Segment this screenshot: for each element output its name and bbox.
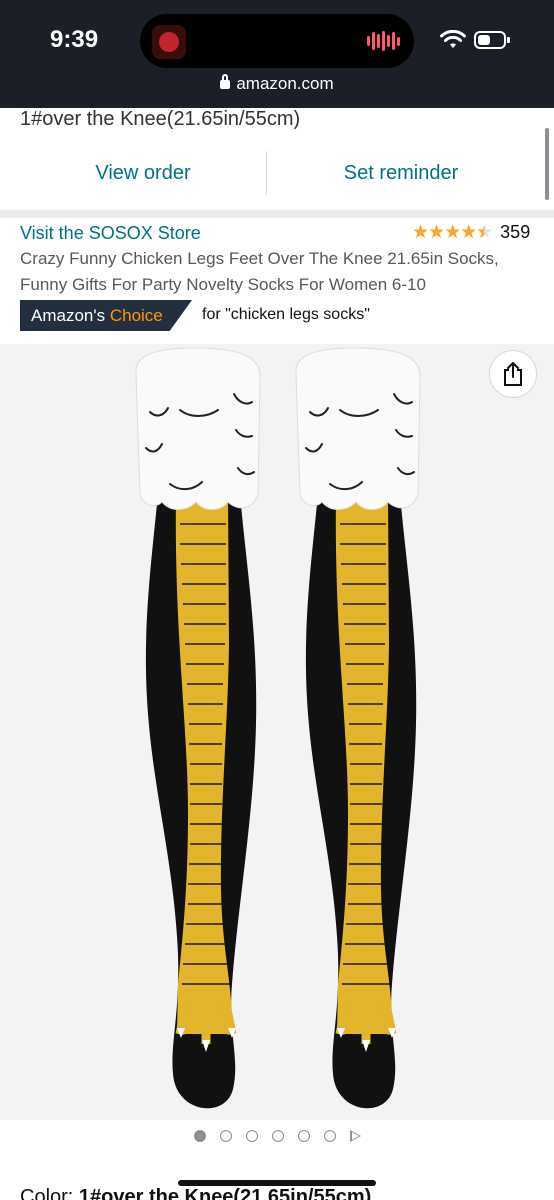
status-time: 9:39 xyxy=(50,26,99,53)
section-separator xyxy=(0,210,554,218)
order-variant-text: 1#over the Knee(21.65in/55cm) xyxy=(20,108,301,130)
now-playing-artwork xyxy=(152,25,186,59)
carousel-dot[interactable] xyxy=(271,1130,284,1142)
image-carousel-dots[interactable] xyxy=(0,1130,554,1142)
product-image-area[interactable] xyxy=(0,344,554,1120)
url-domain: amazon.com xyxy=(236,74,334,93)
scrollbar[interactable] xyxy=(545,128,549,200)
share-button[interactable] xyxy=(489,350,537,398)
carousel-dot[interactable] xyxy=(219,1130,232,1142)
lock-icon xyxy=(220,74,231,89)
wifi-icon xyxy=(440,30,466,48)
order-actions: View order Set reminder xyxy=(0,148,554,198)
star-rating: ★★★★★ ★★★★★ xyxy=(412,222,493,243)
share-icon xyxy=(504,362,522,386)
product-image-left-sock xyxy=(135,347,261,1109)
battery-icon xyxy=(474,31,510,49)
dynamic-island[interactable] xyxy=(140,14,414,68)
rating-summary[interactable]: ★★★★★ ★★★★★ 359 xyxy=(412,222,530,243)
product-title[interactable]: Crazy Funny Chicken Legs Feet Over The K… xyxy=(20,246,540,298)
carousel-dot[interactable] xyxy=(323,1130,336,1142)
status-bar: 9:39 amazon.com xyxy=(0,0,554,108)
set-reminder-button[interactable]: Set reminder xyxy=(274,148,528,198)
play-icon[interactable] xyxy=(349,1130,361,1142)
variant-label: Color: xyxy=(20,1186,74,1200)
view-order-button[interactable]: View order xyxy=(20,148,266,198)
carousel-dot[interactable] xyxy=(193,1130,206,1142)
carousel-dot[interactable] xyxy=(245,1130,258,1142)
carousel-dot[interactable] xyxy=(297,1130,310,1142)
url-bar[interactable]: amazon.com xyxy=(0,74,554,94)
star-rating-filled: ★★★★★ xyxy=(412,222,484,243)
badge-prefix: Amazon's xyxy=(31,306,106,325)
divider xyxy=(266,151,267,195)
variant-value: 1#over the Knee(21.65in/55cm) xyxy=(78,1186,372,1200)
home-indicator[interactable] xyxy=(178,1180,376,1186)
audio-wave-icon xyxy=(367,30,400,52)
badge-keyword: for "chicken legs socks" xyxy=(202,306,370,323)
badge-accent: Choice xyxy=(109,306,163,325)
variant-selection[interactable]: Color: 1#over the Knee(21.65in/55cm) xyxy=(20,1186,371,1200)
amazons-choice-badge: Amazon's Choice xyxy=(20,300,192,331)
product-image-right-sock xyxy=(295,347,421,1109)
store-link[interactable]: Visit the SOSOX Store xyxy=(20,223,201,244)
rating-count: 359 xyxy=(500,222,531,242)
